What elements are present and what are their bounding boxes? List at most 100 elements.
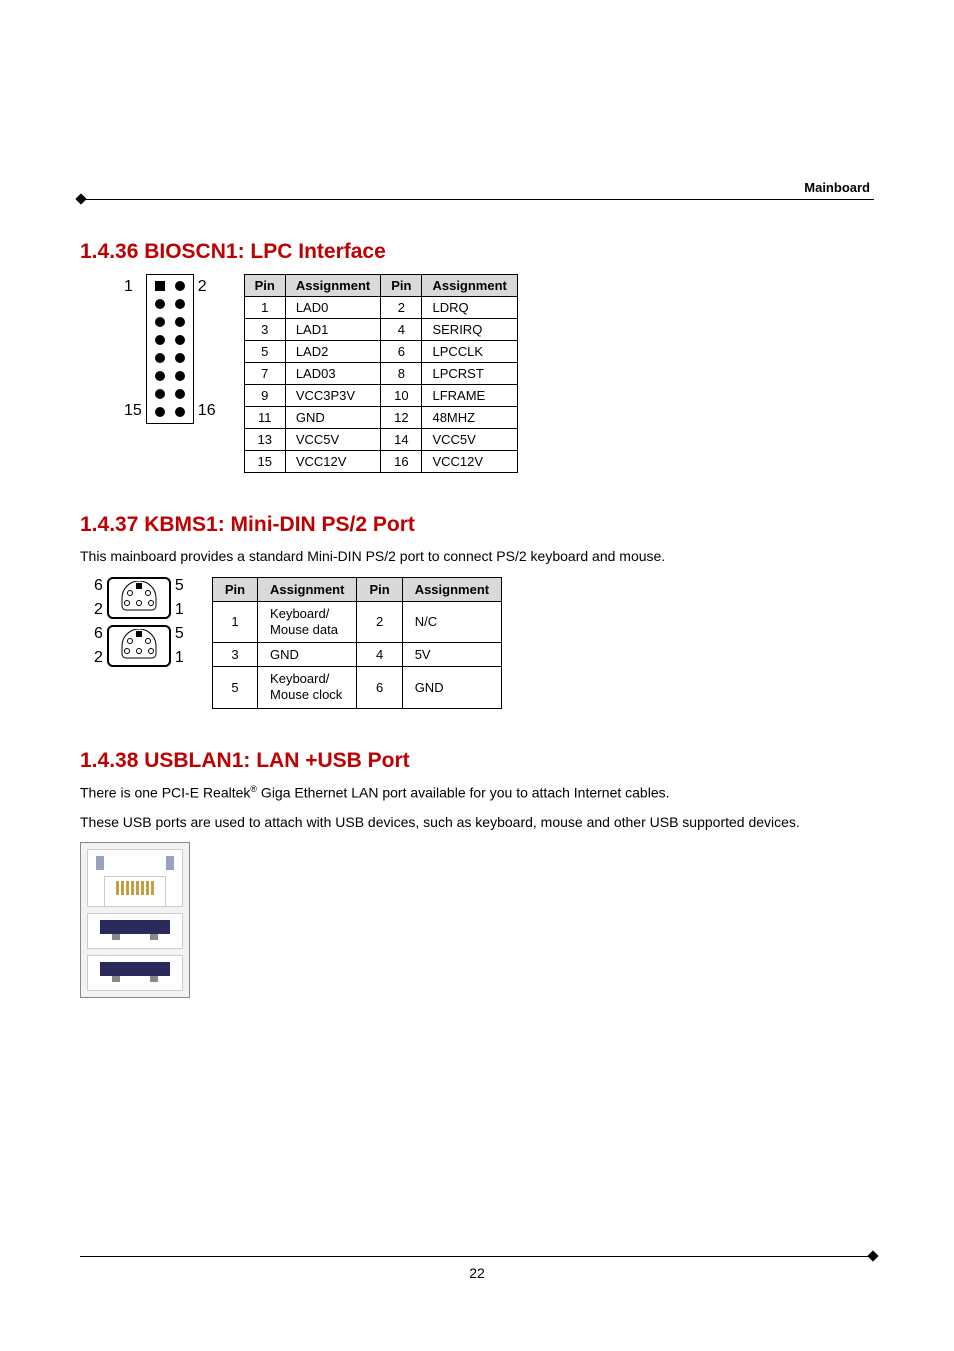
assign-cell: N/C — [402, 601, 501, 643]
header-rule — [80, 199, 874, 200]
pin-dot-icon — [155, 353, 165, 363]
usb-port-icon — [87, 913, 183, 949]
table-row: 1LAD02LDRQ — [244, 297, 517, 319]
pin-label: 6 — [94, 625, 103, 643]
section-bioscn1: 1.4.36 BIOSCN1: LPC Interface 1 15 — [80, 240, 874, 473]
table-row: 1Keyboard/Mouse data2N/C — [212, 601, 501, 643]
minidin-connector — [107, 577, 171, 619]
assign-cell: LPCRST — [422, 363, 517, 385]
pin-dot-icon — [175, 389, 185, 399]
pin-label-tr: 2 — [198, 278, 216, 296]
assign-cell: LAD2 — [285, 341, 380, 363]
pin-cell: 9 — [244, 385, 285, 407]
pin-dot-icon — [175, 317, 185, 327]
assign-cell: VCC12V — [422, 451, 517, 473]
th-pin: Pin — [381, 275, 422, 297]
pin-dot-icon — [175, 299, 185, 309]
pin-label-tl: 1 — [124, 278, 142, 296]
th-pin: Pin — [357, 577, 402, 601]
pin-dot-icon — [155, 389, 165, 399]
section-title: 1.4.37 KBMS1: Mini-DIN PS/2 Port — [80, 513, 874, 537]
pin-label-bl: 15 — [124, 402, 142, 420]
table-row: 13VCC5V14VCC5V — [244, 429, 517, 451]
pin-dot-icon — [155, 407, 165, 417]
assign-cell: LAD1 — [285, 319, 380, 341]
assign-cell: SERIRQ — [422, 319, 517, 341]
pin-cell: 5 — [244, 341, 285, 363]
th-assign: Assignment — [422, 275, 517, 297]
pin-dot-icon — [175, 371, 185, 381]
assign-cell: GND — [258, 643, 357, 667]
section-desc: This mainboard provides a standard Mini-… — [80, 547, 874, 567]
lan-port-icon — [87, 849, 183, 907]
pin-cell: 6 — [381, 341, 422, 363]
pin-cell: 7 — [244, 363, 285, 385]
assign-cell: 48MHZ — [422, 407, 517, 429]
pin-cell: 6 — [357, 667, 402, 709]
section-title: 1.4.38 USBLAN1: LAN +USB Port — [80, 749, 874, 773]
text: Giga Ethernet LAN port available for you… — [257, 784, 669, 800]
pin-label-br: 16 — [198, 402, 216, 420]
th-pin: Pin — [212, 577, 257, 601]
assign-cell: VCC3P3V — [285, 385, 380, 407]
table-row: 11GND1248MHZ — [244, 407, 517, 429]
pin-dot-icon — [155, 335, 165, 345]
page-number: 22 — [80, 1265, 874, 1281]
assign-cell: GND — [402, 667, 501, 709]
page-footer: 22 — [80, 1256, 874, 1281]
pin-cell: 2 — [381, 297, 422, 319]
pin-dot-icon — [175, 281, 185, 291]
pin-cell: 3 — [212, 643, 257, 667]
pin-cell: 10 — [381, 385, 422, 407]
section-usblan1: 1.4.38 USBLAN1: LAN +USB Port There is o… — [80, 749, 874, 999]
pin-cell: 4 — [381, 319, 422, 341]
pin-cell: 14 — [381, 429, 422, 451]
footer-rule — [80, 1256, 874, 1257]
table-row: 9VCC3P3V10LFRAME — [244, 385, 517, 407]
kbms1-pin-table: Pin Assignment Pin Assignment 1Keyboard/… — [212, 577, 502, 709]
th-assign: Assignment — [402, 577, 501, 601]
pin-dot-icon — [155, 317, 165, 327]
header-label: Mainboard — [80, 180, 874, 195]
pin-dot-icon — [155, 299, 165, 309]
pin-cell: 1 — [212, 601, 257, 643]
pin-label: 1 — [175, 601, 184, 619]
minidin-icon — [116, 629, 162, 663]
pin-dot-icon — [155, 371, 165, 381]
pin-label: 2 — [94, 601, 103, 619]
th-assign: Assignment — [285, 275, 380, 297]
pin-cell: 16 — [381, 451, 422, 473]
pin-dot-icon — [175, 407, 185, 417]
pin-cell: 3 — [244, 319, 285, 341]
assign-cell: VCC12V — [285, 451, 380, 473]
table-row: 5LAD26LPCCLK — [244, 341, 517, 363]
bioscn1-pin-table: Pin Assignment Pin Assignment 1LAD02LDRQ… — [244, 274, 518, 473]
usb-port-icon — [87, 955, 183, 991]
th-pin: Pin — [244, 275, 285, 297]
pin-label: 5 — [175, 625, 184, 643]
assign-cell: VCC5V — [422, 429, 517, 451]
lan-led-icon — [96, 856, 104, 870]
pin-cell: 4 — [357, 643, 402, 667]
section-desc-2: These USB ports are used to attach with … — [80, 813, 874, 833]
pin-label: 6 — [94, 577, 103, 595]
th-assign: Assignment — [258, 577, 357, 601]
section-kbms1: 1.4.37 KBMS1: Mini-DIN PS/2 Port This ma… — [80, 513, 874, 709]
assign-cell: LDRQ — [422, 297, 517, 319]
pin-cell: 11 — [244, 407, 285, 429]
table-row: 3LAD14SERIRQ — [244, 319, 517, 341]
table-row: 15VCC12V16VCC12V — [244, 451, 517, 473]
pin-cell: 5 — [212, 667, 257, 709]
lan-led-icon — [166, 856, 174, 870]
minidin-icon — [116, 581, 162, 615]
assign-cell: LFRAME — [422, 385, 517, 407]
table-row: 3GND45V — [212, 643, 501, 667]
minidin-diagram: 6 2 — [90, 577, 188, 667]
pin-label: 2 — [94, 649, 103, 667]
pin-label: 1 — [175, 649, 184, 667]
assign-cell: LAD0 — [285, 297, 380, 319]
pin-dot-icon — [175, 353, 185, 363]
table-row: 5Keyboard/Mouse clock6GND — [212, 667, 501, 709]
page-header: Mainboard — [80, 180, 874, 200]
text: There is one PCI-E Realtek — [80, 784, 250, 800]
